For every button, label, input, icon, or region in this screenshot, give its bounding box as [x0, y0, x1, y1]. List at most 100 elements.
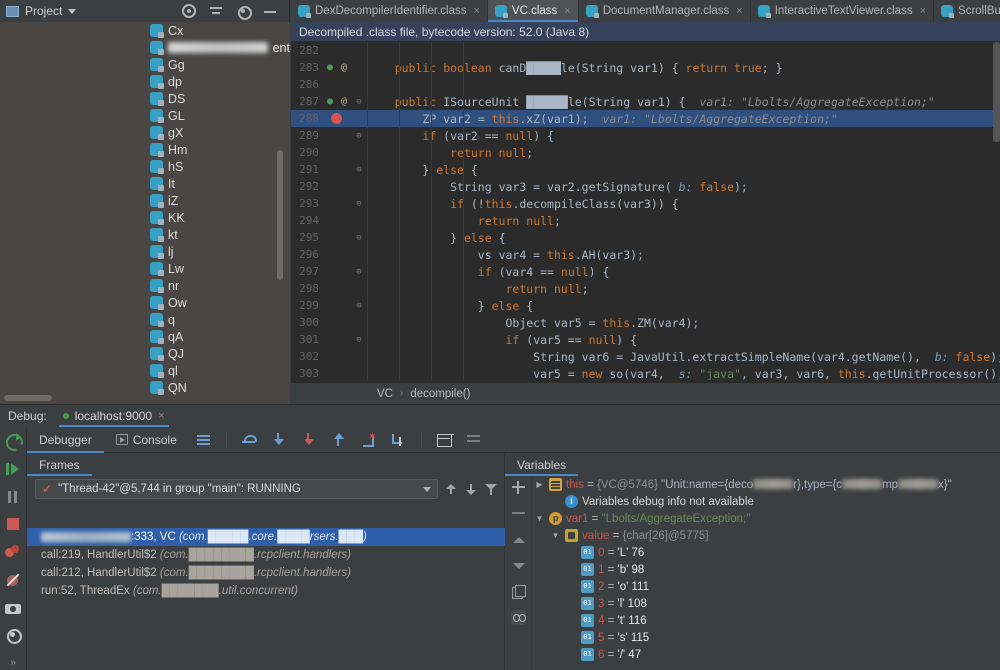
code-line[interactable]: 299⊖ } else { — [291, 297, 1000, 314]
project-tree-item[interactable]: It — [0, 175, 290, 192]
code-line[interactable]: 283●@ public boolean canD█████le(String … — [291, 59, 1000, 76]
frame-row[interactable]: run:52, ThreadEx (com.███████.util.concu… — [27, 582, 505, 600]
code-line[interactable]: 286 — [291, 76, 1000, 93]
filter-icon[interactable] — [484, 482, 498, 496]
frame-row[interactable]: call:219, HandlerUtil$2 (com.████████.rc… — [27, 546, 505, 564]
code-view[interactable]: 282 283●@ public boolean canD█████le(Str… — [291, 42, 1000, 380]
code-line[interactable]: 288 ZP var2 = this.xZ(var1); var1: "Lbol… — [291, 110, 1000, 127]
tab-console[interactable]: Console — [104, 427, 189, 453]
gutter-marks[interactable] — [325, 127, 351, 144]
code-line[interactable]: 298 return null; — [291, 280, 1000, 297]
gutter-marks[interactable] — [325, 348, 351, 365]
screenshot-icon[interactable] — [5, 600, 21, 614]
remove-watch-icon[interactable] — [511, 506, 526, 521]
move-down-icon[interactable] — [511, 558, 526, 573]
settings-icon[interactable] — [466, 432, 482, 448]
variable-row[interactable]: 015 = 's' 115 — [532, 629, 1000, 646]
editor-scrollbar[interactable] — [993, 42, 1000, 142]
code-line[interactable]: 294 return null; — [291, 212, 1000, 229]
project-tree-item[interactable]: Lw — [0, 260, 290, 277]
code-line[interactable]: 291⊖ } else { — [291, 161, 1000, 178]
project-tree-item[interactable]: Gg — [0, 56, 290, 73]
project-tree-item[interactable]: QJ — [0, 345, 290, 362]
move-up-icon[interactable] — [511, 532, 526, 547]
variable-row[interactable]: 016 = '/' 47 — [532, 646, 1000, 663]
project-tree-item[interactable]: iZ — [0, 192, 290, 209]
project-tree-item[interactable]: lj — [0, 243, 290, 260]
project-tree-item[interactable]: ql — [0, 362, 290, 379]
code-line[interactable]: 292 String var3 = var2.getSignature( b: … — [291, 178, 1000, 195]
step-out-icon[interactable] — [331, 432, 347, 448]
project-tree-item[interactable]: q — [0, 311, 290, 328]
editor-tab[interactable]: DocumentManager.class× — [579, 0, 751, 22]
code-line[interactable]: 282 — [291, 42, 1000, 59]
gutter-marks[interactable] — [325, 229, 351, 246]
gutter-marks[interactable] — [325, 331, 351, 348]
project-tree-item[interactable]: KK — [0, 209, 290, 226]
editor-tab[interactable]: InteractiveTextViewer.class× — [751, 0, 934, 22]
project-tree-item[interactable]: DS — [0, 90, 290, 107]
expand-triangle-down-icon[interactable]: ▼ — [534, 514, 545, 523]
gutter-marks[interactable] — [325, 280, 351, 297]
up-stack-icon[interactable] — [444, 482, 458, 496]
thread-combo[interactable]: ✓ "Thread-42"@5,744 in group "main": RUN… — [35, 479, 438, 499]
project-tree-item[interactable]: gX — [0, 124, 290, 141]
variable-row[interactable]: ▶this = {VC@5746} "Unit:name={decor},typ… — [532, 476, 1000, 493]
frames-list[interactable]: :333, VC (com.█████.core.████rsers.███)c… — [27, 528, 505, 670]
add-watch-icon[interactable] — [511, 480, 526, 495]
tab-variables[interactable]: Variables — [505, 454, 578, 476]
show-execution-point-icon[interactable] — [196, 432, 212, 448]
expand-triangle-down-icon[interactable]: ▼ — [550, 531, 561, 540]
gutter-marks[interactable] — [325, 246, 351, 263]
gutter-marks[interactable] — [325, 161, 351, 178]
gutter-marks[interactable]: ●@ — [325, 59, 351, 76]
rerun-icon[interactable] — [5, 433, 21, 447]
variable-row[interactable]: iVariables debug info not available — [532, 493, 1000, 510]
project-panel-title[interactable]: Project — [25, 4, 62, 18]
fold-marker[interactable]: ⊖ — [351, 267, 367, 277]
gutter-marks[interactable] — [325, 297, 351, 314]
view-breakpoints-icon[interactable] — [5, 544, 21, 558]
project-tree-hscrollbar[interactable] — [4, 395, 52, 401]
code-line[interactable]: 290 return null; — [291, 144, 1000, 161]
fold-marker[interactable]: ⊖ — [351, 233, 367, 243]
code-line[interactable]: 293⊖ if (!this.decompileClass(var3)) { — [291, 195, 1000, 212]
fold-marker[interactable]: ⊖ — [351, 301, 367, 311]
project-tree[interactable]: CxentGgdpDSGLgXHmhSItiZKKktljLwnrOwqqAQJ… — [0, 22, 290, 404]
variable-row[interactable]: 011 = 'b' 98 — [532, 561, 1000, 578]
gutter-marks[interactable] — [325, 212, 351, 229]
override-marker-icon[interactable]: ●@ — [327, 62, 333, 73]
frame-row[interactable]: :333, VC (com.█████.core.████rsers.███) — [27, 528, 505, 546]
chevron-down-icon[interactable] — [68, 9, 76, 14]
close-icon[interactable]: × — [158, 410, 164, 422]
pause-icon[interactable] — [5, 489, 21, 503]
resume-icon[interactable] — [5, 461, 21, 475]
code-line[interactable]: 287●@⊖ public ISourceUnit ██████le(Strin… — [291, 93, 1000, 110]
gear-icon[interactable] — [5, 627, 21, 641]
fold-marker[interactable]: ⊖ — [351, 199, 367, 209]
variable-row[interactable]: 014 = 't' 116 — [532, 612, 1000, 629]
evaluate-expression-icon[interactable] — [436, 432, 452, 448]
gutter-marks[interactable] — [325, 110, 351, 127]
project-tree-item[interactable]: nr — [0, 277, 290, 294]
project-tree-item[interactable]: dp — [0, 73, 290, 90]
code-line[interactable]: 300 Object var5 = this.ZM(var4); — [291, 314, 1000, 331]
run-to-cursor-icon[interactable] — [391, 432, 407, 448]
step-into-icon[interactable] — [271, 432, 287, 448]
gutter-marks[interactable] — [325, 76, 351, 93]
gear-icon[interactable] — [236, 4, 250, 18]
close-icon[interactable]: × — [473, 5, 479, 17]
watches-icon[interactable] — [511, 610, 526, 625]
debug-session-tab[interactable]: localhost:9000 × — [55, 405, 173, 427]
code-line[interactable]: 289⊖ if (var2 == null) { — [291, 127, 1000, 144]
fold-marker[interactable]: ⊖ — [351, 131, 367, 141]
step-over-icon[interactable] — [241, 432, 257, 448]
copy-icon[interactable] — [511, 584, 526, 599]
close-icon[interactable]: × — [920, 5, 926, 17]
stop-icon[interactable] — [5, 516, 21, 530]
down-stack-icon[interactable] — [464, 482, 478, 496]
code-line[interactable]: 296 vs var4 = this.AH(var3); — [291, 246, 1000, 263]
gutter-marks[interactable] — [325, 365, 351, 380]
force-step-into-icon[interactable] — [301, 432, 317, 448]
fold-marker[interactable]: ⊖ — [351, 97, 367, 107]
